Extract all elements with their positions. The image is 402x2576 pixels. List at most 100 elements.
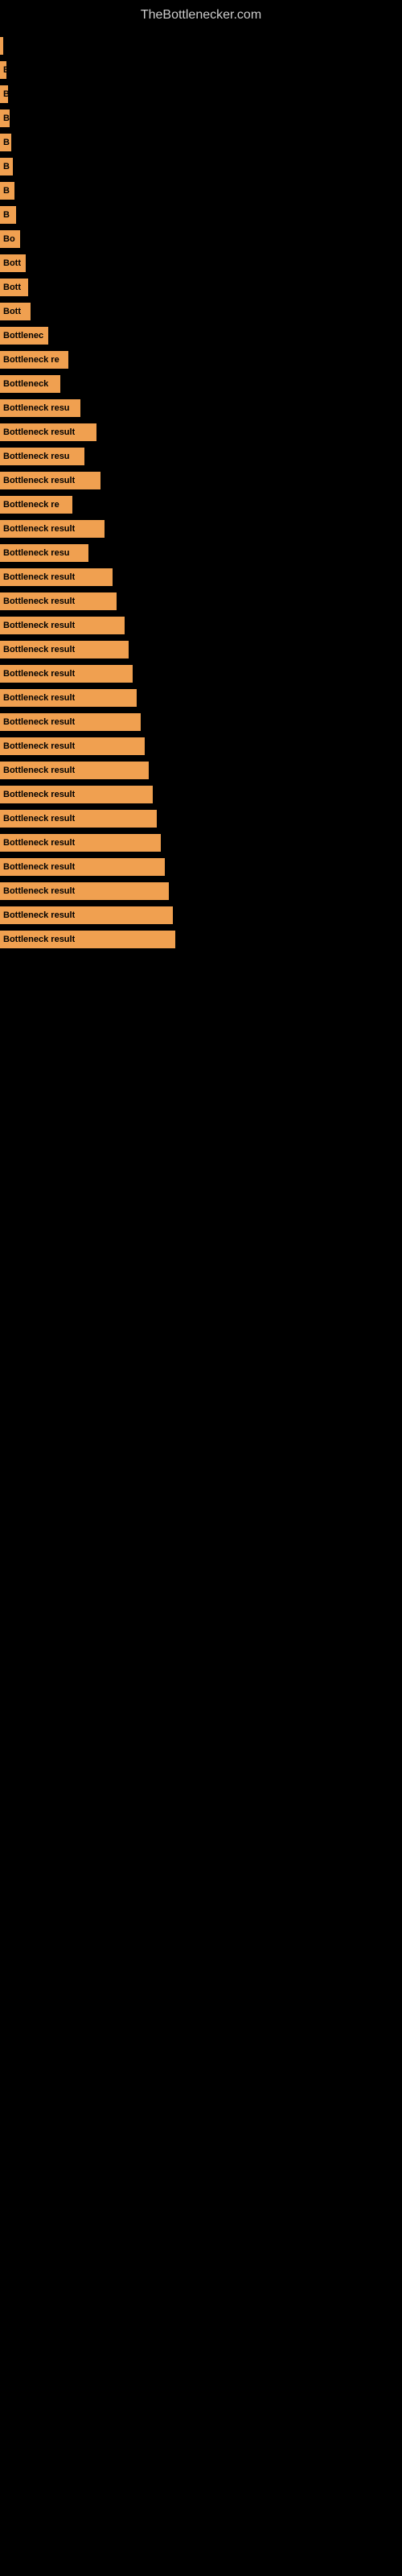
bar: Bottleneck result: [0, 786, 153, 803]
bar: Bottleneck result: [0, 423, 96, 441]
bar-row: Bottleneck resu: [0, 445, 402, 468]
bar-row: Bottleneck re: [0, 349, 402, 371]
bar: Bottleneck: [0, 375, 60, 393]
bar-row: Bott: [0, 252, 402, 275]
bar: Bottleneck result: [0, 568, 113, 586]
bar-row: Bottleneck resu: [0, 397, 402, 419]
bar: B: [0, 206, 16, 224]
bar: Bottleneck result: [0, 713, 141, 731]
bar: B: [0, 61, 6, 79]
bar-label: Bo: [3, 234, 15, 244]
bar-row: Bottleneck result: [0, 759, 402, 782]
bar-row: Bott: [0, 300, 402, 323]
bar: Bottleneck result: [0, 882, 169, 900]
bar-row: B: [0, 204, 402, 226]
bar-label: Bottleneck result: [3, 886, 75, 896]
bar-label: Bottleneck result: [3, 427, 75, 437]
bar-row: Bottleneck result: [0, 566, 402, 588]
bar: B: [0, 182, 14, 200]
bar: Bottleneck result: [0, 641, 129, 658]
bar: Bottleneck resu: [0, 448, 84, 465]
bar: Bottleneck result: [0, 906, 173, 924]
bar-label: B: [3, 210, 10, 220]
bar-label: Bottleneck result: [3, 862, 75, 872]
bar-row: Bottleneck result: [0, 783, 402, 806]
bar: Bottleneck result: [0, 665, 133, 683]
bar-label: Bottleneck result: [3, 741, 75, 751]
bar-row: Bottleneck result: [0, 856, 402, 878]
bar-row: Bottleneck result: [0, 687, 402, 709]
bar-label: Bottleneck resu: [3, 403, 70, 413]
bar-label: B: [3, 65, 6, 75]
bar-row: Bott: [0, 276, 402, 299]
bar-label: B: [3, 138, 10, 147]
bar-row: B: [0, 155, 402, 178]
bar-label: Bottleneck re: [3, 500, 59, 510]
bar: Bott: [0, 254, 26, 272]
bar-row: Bottleneck result: [0, 904, 402, 927]
bar: B: [0, 158, 13, 175]
bar-label: Bottleneck result: [3, 910, 75, 920]
bar: Bottleneck re: [0, 351, 68, 369]
bar-label: Bottleneck result: [3, 645, 75, 654]
bar-label: B: [3, 114, 10, 123]
bar: Bottleneck re: [0, 496, 72, 514]
bar-label: Bottleneck result: [3, 717, 75, 727]
bar-row: [0, 35, 402, 57]
bar: Bottleneck result: [0, 931, 175, 948]
bar: Bottleneck result: [0, 762, 149, 779]
bar-label: Bottleneck re: [3, 355, 59, 365]
bar-row: Bottleneck resu: [0, 542, 402, 564]
bar-label: Bottleneck result: [3, 669, 75, 679]
bar: Bottleneck result: [0, 617, 125, 634]
bar: Bottleneck result: [0, 858, 165, 876]
bar: Bottleneck result: [0, 472, 100, 489]
site-title: TheBottlenecker.com: [0, 0, 402, 27]
bar-label: B: [3, 89, 8, 99]
bar-row: B: [0, 180, 402, 202]
bar-label: Bottleneck result: [3, 693, 75, 703]
bar: Bottleneck resu: [0, 399, 80, 417]
bar-row: Bottleneck result: [0, 735, 402, 758]
bar-label: Bottleneck result: [3, 597, 75, 606]
bar: Bottleneck result: [0, 689, 137, 707]
bar-row: Bottleneck result: [0, 614, 402, 637]
bar-label: Bottleneck result: [3, 766, 75, 775]
bar-row: Bottleneck result: [0, 880, 402, 902]
bar-row: Bottleneck result: [0, 711, 402, 733]
bar-label: Bottleneck: [3, 379, 48, 389]
bar: Bottleneck result: [0, 737, 145, 755]
bar-label: Bottleneck resu: [3, 452, 70, 461]
bar: Bottleneck result: [0, 520, 105, 538]
bar-label: Bottleneck result: [3, 476, 75, 485]
bar-label: Bottleneck result: [3, 790, 75, 799]
bar-row: Bottleneck result: [0, 928, 402, 951]
bar-row: Bottleneck result: [0, 807, 402, 830]
bar-label: Bottleneck result: [3, 572, 75, 582]
bar-row: Bottleneck result: [0, 469, 402, 492]
bar-label: Bott: [3, 307, 21, 316]
bar-row: Bottleneck result: [0, 638, 402, 661]
bar: B: [0, 109, 10, 127]
bar: B: [0, 85, 8, 103]
bar-row: Bo: [0, 228, 402, 250]
bar-label: Bottleneck result: [3, 838, 75, 848]
bar: Bottlenec: [0, 327, 48, 345]
bar-row: Bottleneck result: [0, 832, 402, 854]
bar: Bottleneck result: [0, 834, 161, 852]
bar: Bott: [0, 279, 28, 296]
bar: Bottleneck result: [0, 810, 157, 828]
bar-row: Bottleneck: [0, 373, 402, 395]
bar-label: Bott: [3, 283, 21, 292]
bar-row: Bottlenec: [0, 324, 402, 347]
bar-label: Bottleneck resu: [3, 548, 70, 558]
bar-row: B: [0, 83, 402, 105]
bar-row: B: [0, 107, 402, 130]
bar-label: Bottleneck result: [3, 935, 75, 944]
bar: [0, 37, 3, 55]
bar-row: Bottleneck result: [0, 518, 402, 540]
bar: Bottleneck result: [0, 592, 117, 610]
bar-row: Bottleneck result: [0, 590, 402, 613]
bar: Bott: [0, 303, 31, 320]
bar-label: B: [3, 162, 10, 171]
